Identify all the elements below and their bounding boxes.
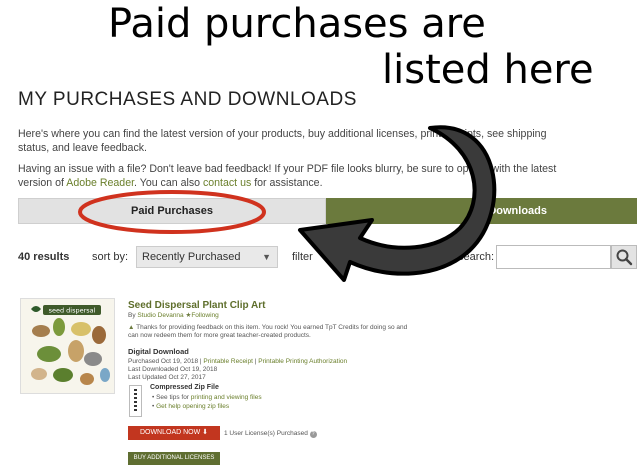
annotation-overlay	[78, 125, 497, 282]
curved-arrow-icon	[298, 125, 497, 282]
highlight-ellipse	[78, 190, 266, 234]
